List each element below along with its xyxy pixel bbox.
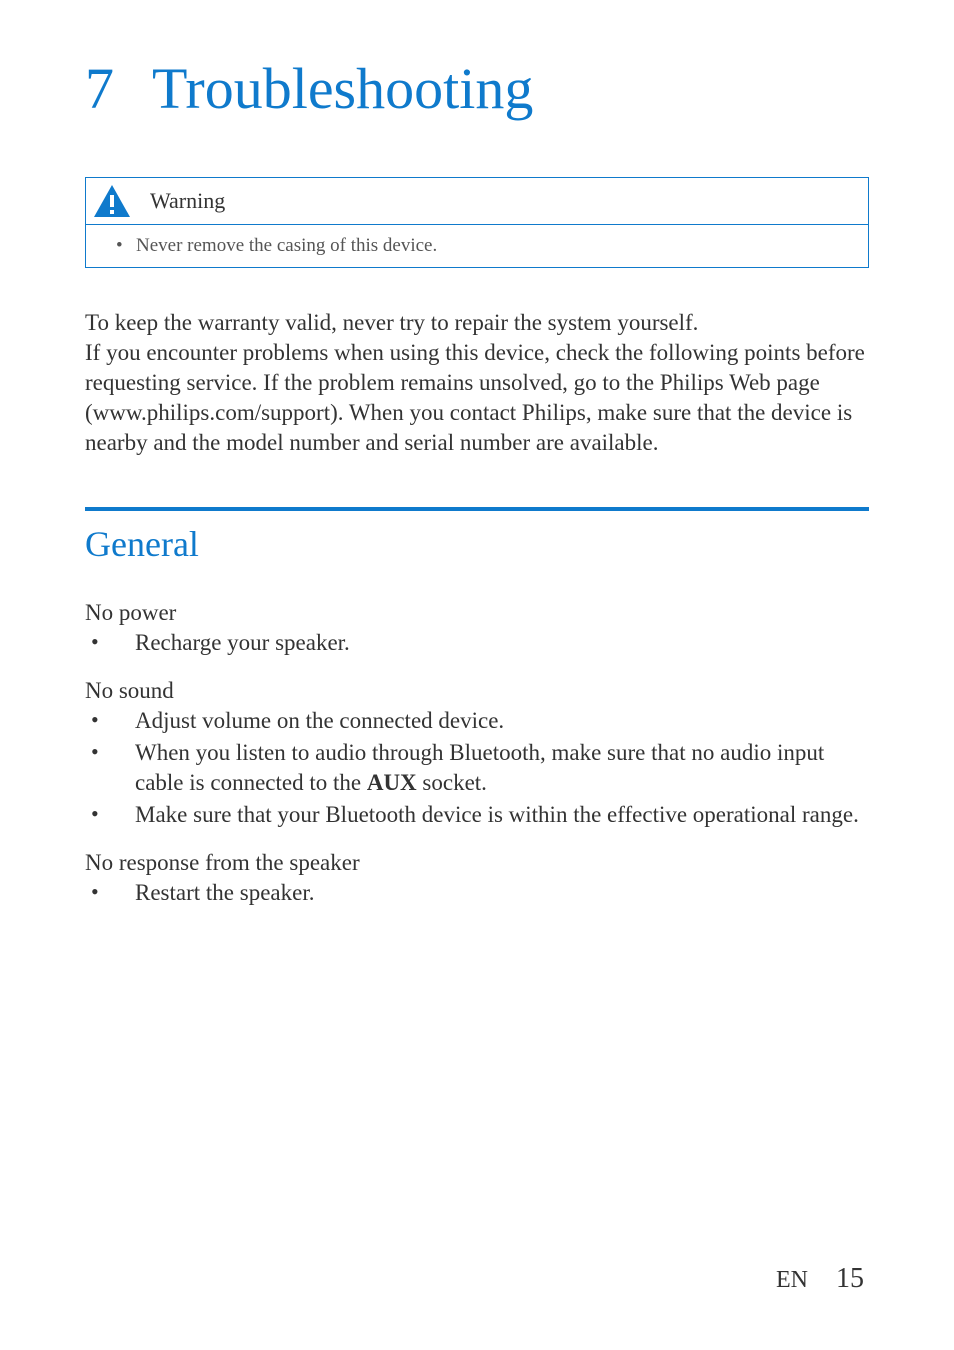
section-title: General	[85, 523, 869, 565]
issue-list: Adjust volume on the connected device.Wh…	[85, 706, 869, 830]
footer-lang: EN	[776, 1267, 808, 1294]
warning-label: Warning	[150, 188, 225, 214]
warning-item: Never remove the casing of this device.	[116, 235, 854, 257]
issue-title: No sound	[85, 678, 869, 704]
warning-header: Warning	[86, 178, 868, 224]
footer-page: 15	[836, 1263, 864, 1295]
issue-title: No response from the speaker	[85, 850, 869, 876]
issue-item: Recharge your speaker.	[87, 628, 869, 658]
issue-item: When you listen to audio through Bluetoo…	[87, 738, 869, 798]
issue-title: No power	[85, 600, 869, 626]
page-footer: EN 15	[776, 1263, 864, 1295]
issue-list: Recharge your speaker.	[85, 628, 869, 658]
issue-item: Adjust volume on the connected device.	[87, 706, 869, 736]
chapter-heading: 7 Troubleshooting	[85, 55, 869, 122]
warning-box: Warning Never remove the casing of this …	[85, 177, 869, 268]
issue-list: Restart the speaker.	[85, 878, 869, 908]
issue-item: Restart the speaker.	[87, 878, 869, 908]
warning-icon	[92, 183, 132, 219]
chapter-title: Troubleshooting	[152, 55, 533, 122]
warning-body: Never remove the casing of this device.	[86, 224, 868, 267]
intro-text: To keep the warranty valid, never try to…	[85, 308, 869, 457]
issue-item: Make sure that your Bluetooth device is …	[87, 800, 869, 830]
warning-list: Never remove the casing of this device.	[116, 235, 854, 257]
issue-block: No response from the speakerRestart the …	[85, 850, 869, 908]
issue-block: No soundAdjust volume on the connected d…	[85, 678, 869, 830]
bold-text: AUX	[367, 770, 417, 795]
section-divider	[85, 507, 869, 511]
issue-block: No powerRecharge your speaker.	[85, 600, 869, 658]
chapter-number: 7	[85, 55, 114, 122]
